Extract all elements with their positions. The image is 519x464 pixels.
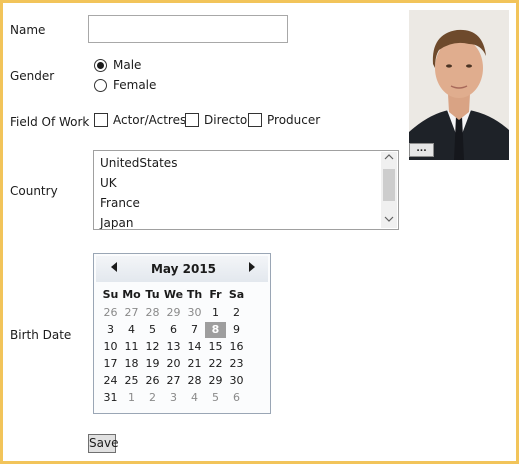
calendar-day[interactable]: 27 <box>163 373 184 389</box>
calendar-day[interactable]: 11 <box>121 339 142 355</box>
calendar-day[interactable]: 19 <box>142 356 163 372</box>
calendar-day[interactable]: 7 <box>184 322 205 338</box>
chevron-up-icon[interactable] <box>381 152 397 166</box>
calendar-day[interactable]: 31 <box>100 390 121 406</box>
list-item[interactable]: Japan <box>100 216 133 229</box>
calendar-weekday: Fr <box>209 288 222 301</box>
browse-photo-button[interactable]: ... <box>409 143 434 157</box>
calendar-day[interactable]: 5 <box>205 390 226 406</box>
calendar-day[interactable]: 29 <box>205 373 226 389</box>
calendar-day[interactable]: 15 <box>205 339 226 355</box>
calendar-day[interactable]: 3 <box>100 322 121 338</box>
calendar-day[interactable]: 9 <box>226 322 247 338</box>
calendar-day[interactable]: 30 <box>184 305 205 321</box>
triangle-left-icon[interactable] <box>108 262 120 276</box>
calendar-day[interactable]: 24 <box>100 373 121 389</box>
checkbox-box[interactable] <box>248 113 262 127</box>
calendar-day[interactable]: 29 <box>163 305 184 321</box>
save-button[interactable]: Save <box>88 434 118 453</box>
birth-date-label: Birth Date <box>10 328 72 342</box>
person-portrait-image <box>409 10 509 160</box>
calendar-day[interactable]: 25 <box>121 373 142 389</box>
calendar-day[interactable]: 1 <box>205 305 226 321</box>
calendar-day[interactable]: 10 <box>100 339 121 355</box>
calendar-day[interactable]: 20 <box>163 356 184 372</box>
checkbox-actor-actress[interactable]: Actor/Actress <box>94 113 192 127</box>
calendar-day[interactable]: 12 <box>142 339 163 355</box>
calendar-day[interactable]: 2 <box>142 390 163 406</box>
listbox-scrollbar[interactable] <box>381 152 397 228</box>
calendar-day[interactable]: 26 <box>100 305 121 321</box>
gender-option-female[interactable]: Female <box>94 78 156 92</box>
calendar-weekday: Su <box>102 288 119 301</box>
checkbox-producer[interactable]: Producer <box>248 113 320 127</box>
checkbox-label: Actor/Actress <box>113 113 193 127</box>
calendar-day[interactable]: 6 <box>163 322 184 338</box>
calendar-day[interactable]: 3 <box>163 390 184 406</box>
calendar-header: May 2015 <box>96 256 268 282</box>
calendar-day[interactable]: 26 <box>142 373 163 389</box>
calendar-day[interactable]: 4 <box>184 390 205 406</box>
chevron-down-icon[interactable] <box>381 214 397 228</box>
checkbox-label: Director <box>204 113 253 127</box>
profile-photo <box>409 10 509 160</box>
name-input[interactable] <box>88 15 288 43</box>
calendar-day[interactable]: 30 <box>226 373 247 389</box>
calendar-weekday: Sa <box>228 288 245 301</box>
calendar-day[interactable]: 16 <box>226 339 247 355</box>
calendar-month-title[interactable]: May 2015 <box>136 262 231 276</box>
name-label: Name <box>10 23 46 37</box>
checkbox-box[interactable] <box>185 113 199 127</box>
calendar-day[interactable]: 8 <box>205 322 226 338</box>
calendar-day[interactable]: 18 <box>121 356 142 372</box>
calendar-day[interactable]: 13 <box>163 339 184 355</box>
calendar-day[interactable]: 22 <box>205 356 226 372</box>
list-item[interactable]: UnitedStates <box>100 156 177 170</box>
calendar-weekday: Mo <box>122 288 141 301</box>
gender-option-label: Male <box>113 58 142 72</box>
gender-option-male[interactable]: Male <box>94 58 141 72</box>
scrollbar-thumb[interactable] <box>383 169 395 201</box>
calendar-day[interactable]: 2 <box>226 305 247 321</box>
list-item[interactable]: UK <box>100 176 117 190</box>
gender-label: Gender <box>10 69 55 83</box>
calendar-day[interactable]: 21 <box>184 356 205 372</box>
calendar-day[interactable]: 14 <box>184 339 205 355</box>
checkbox-label: Producer <box>267 113 321 127</box>
calendar-day[interactable]: 5 <box>142 322 163 338</box>
checkbox-director[interactable]: Director <box>185 113 252 127</box>
calendar-day[interactable]: 28 <box>142 305 163 321</box>
country-label: Country <box>10 184 58 198</box>
calendar-day[interactable]: 4 <box>121 322 142 338</box>
calendar-day[interactable]: 27 <box>121 305 142 321</box>
triangle-right-icon[interactable] <box>246 262 258 276</box>
calendar-day[interactable]: 23 <box>226 356 247 372</box>
calendar-day[interactable]: 1 <box>121 390 142 406</box>
calendar-weekday: We <box>163 288 184 301</box>
calendar-day[interactable]: 28 <box>184 373 205 389</box>
radio-female[interactable] <box>94 78 107 92</box>
field-of-work-label: Field Of Work <box>10 115 90 129</box>
birth-date-calendar[interactable]: May 2015 Su Mo Tu We Th Fr Sa 26 27 28 29 30 1 2 3 4 5 6 7… <box>93 253 271 414</box>
calendar-day[interactable]: 6 <box>226 390 247 406</box>
calendar-weekday: Th <box>186 288 203 301</box>
country-listbox[interactable]: UnitedStates UK France Japan <box>93 150 399 230</box>
calendar-day[interactable]: 17 <box>100 356 121 372</box>
calendar-weekday: Tu <box>145 288 160 301</box>
checkbox-box[interactable] <box>94 113 108 127</box>
list-item[interactable]: France <box>100 196 140 210</box>
radio-male[interactable] <box>94 58 107 72</box>
gender-option-label: Female <box>113 78 157 92</box>
